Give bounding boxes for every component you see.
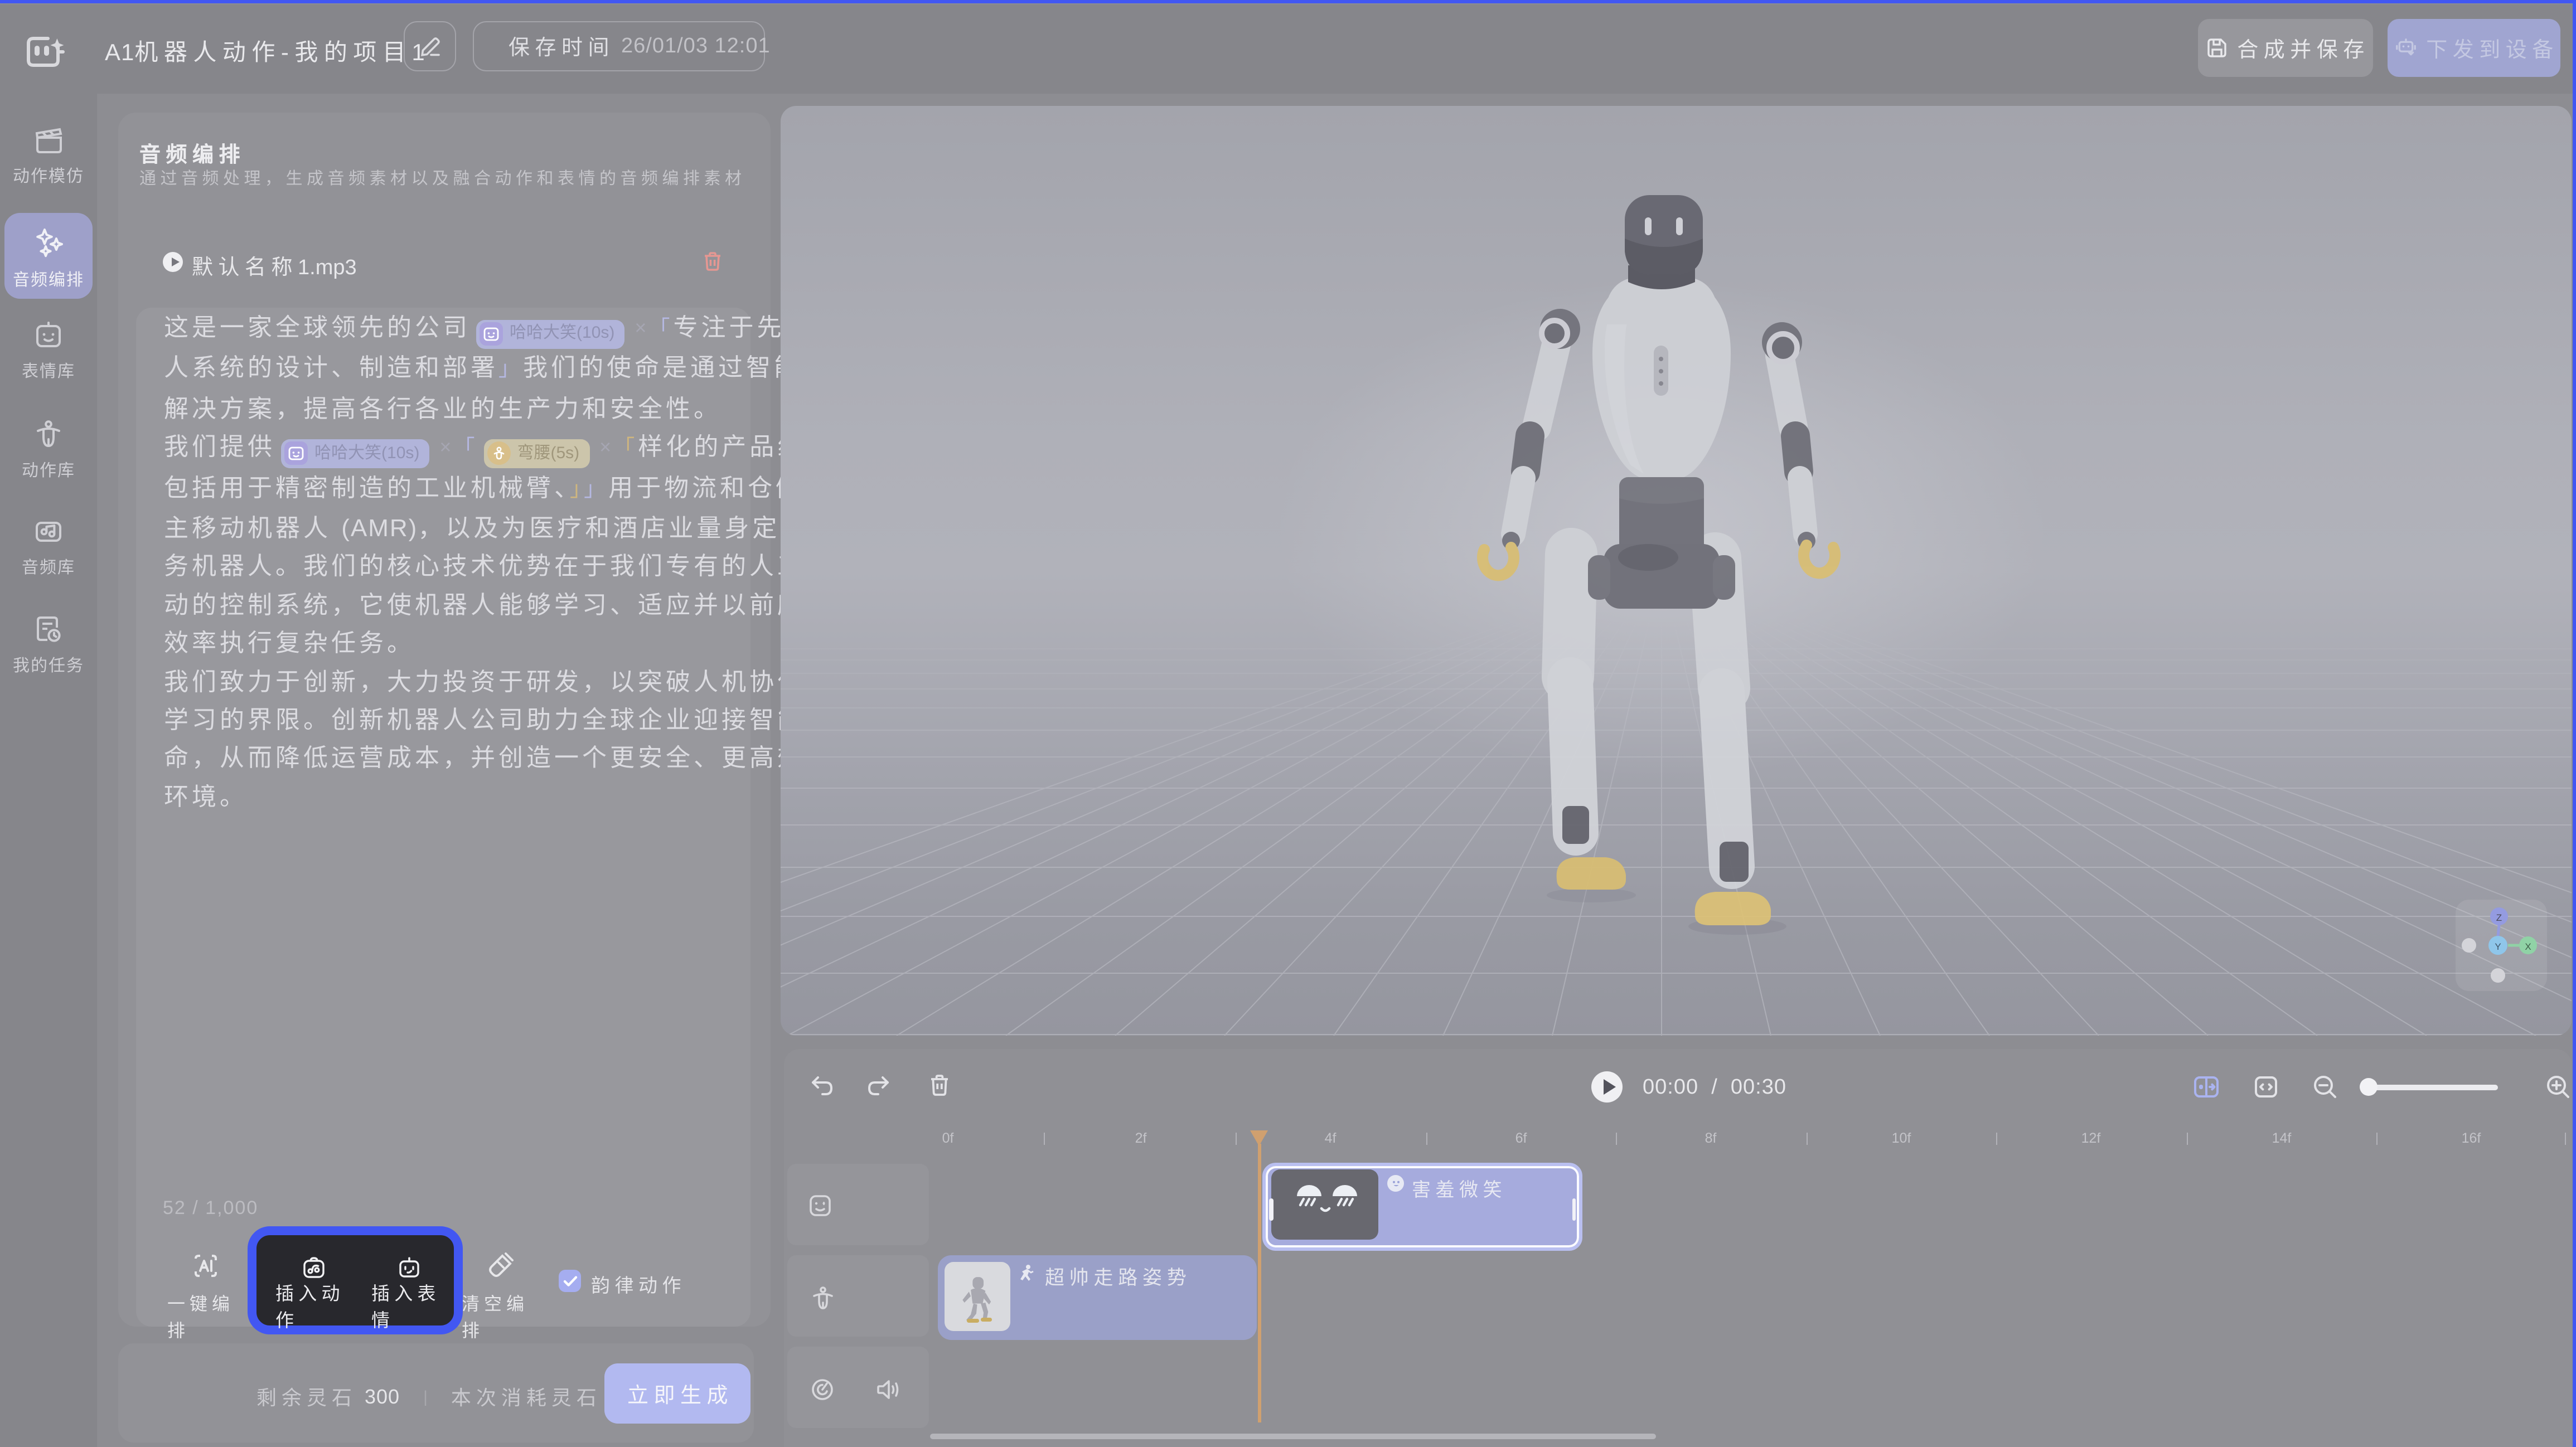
svg-text:X: X [2525, 941, 2531, 952]
svg-text:Y: Y [2495, 941, 2501, 952]
svg-text:Z: Z [2496, 912, 2502, 923]
